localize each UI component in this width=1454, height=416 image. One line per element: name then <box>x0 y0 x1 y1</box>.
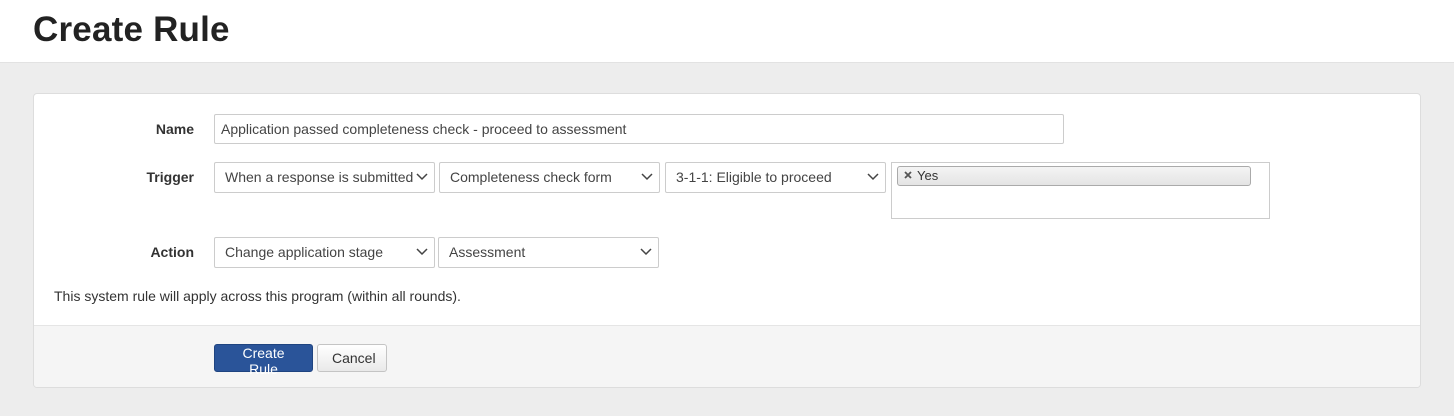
chevron-down-icon <box>416 248 428 256</box>
action-stage-select[interactable]: Assessment <box>438 237 659 268</box>
chevron-down-icon <box>640 248 652 256</box>
trigger-question-select[interactable]: 3-1-1: Eligible to proceed <box>665 162 886 193</box>
rule-scope-note: This system rule will apply across this … <box>54 288 461 304</box>
trigger-event-select[interactable]: When a response is submitted <box>214 162 435 193</box>
action-type-value: Change application stage <box>225 244 384 260</box>
page-header: Create Rule <box>0 0 1454 63</box>
trigger-form-value: Completeness check form <box>450 169 612 185</box>
page-title: Create Rule <box>33 10 230 49</box>
trigger-question-value: 3-1-1: Eligible to proceed <box>676 169 832 185</box>
trigger-label: Trigger <box>146 169 194 185</box>
create-rule-button[interactable]: Create Rule <box>214 344 313 377</box>
action-stage-value: Assessment <box>449 244 526 260</box>
form-actions: Create Rule Cancel <box>34 325 1420 387</box>
action-type-select[interactable]: Change application stage <box>214 237 435 268</box>
trigger-event-value: When a response is submitted <box>225 169 414 185</box>
chevron-down-icon <box>867 173 879 181</box>
cancel-button[interactable]: Cancel <box>317 344 387 372</box>
trigger-form-select[interactable]: Completeness check form <box>439 162 660 193</box>
chevron-down-icon <box>416 173 428 181</box>
answer-token: Yes <box>897 166 1251 186</box>
action-label: Action <box>150 244 194 260</box>
close-icon[interactable] <box>904 171 912 179</box>
trigger-answer-multiselect[interactable]: Yes <box>891 162 1270 219</box>
chevron-down-icon <box>641 173 653 181</box>
rule-form-panel: Name Trigger When a response is submitte… <box>33 93 1421 388</box>
answer-token-label: Yes <box>917 168 939 183</box>
rule-name-input[interactable] <box>214 114 1064 144</box>
name-label: Name <box>155 121 194 137</box>
